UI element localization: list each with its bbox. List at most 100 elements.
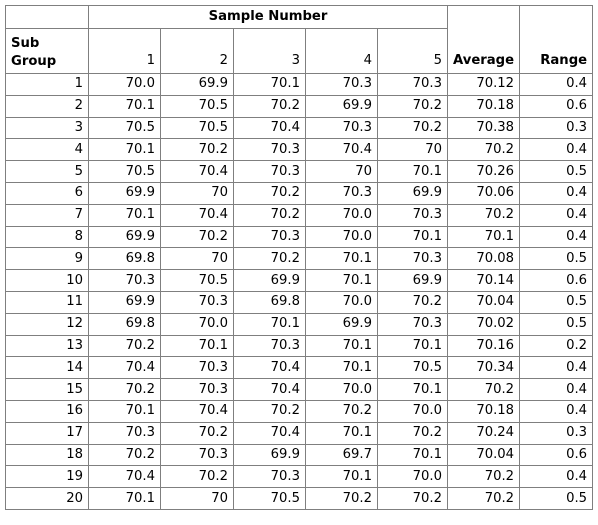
range-cell: 0.4 xyxy=(519,378,594,401)
range-cell: 0.2 xyxy=(519,334,594,358)
sample-value-cell: 70.3 xyxy=(160,378,234,401)
average-cell: 70.18 xyxy=(446,94,521,118)
sample-value-cell: 70.2 xyxy=(377,94,448,118)
sample-value-cell: 70.3 xyxy=(377,247,448,271)
range-cell: 0.5 xyxy=(519,312,594,336)
subgroup-cell: 16 xyxy=(5,399,89,423)
subgroup-cell: 17 xyxy=(5,421,89,445)
sample-value-cell: 70.5 xyxy=(88,116,161,140)
sample-value-cell: 70.1 xyxy=(160,334,234,358)
sample-value-cell: 70.2 xyxy=(160,421,234,445)
sample-value-cell: 69.8 xyxy=(88,247,161,271)
table-row: 7 70.1 70.4 70.2 70.0 70.3 70.2 0.4 xyxy=(5,203,594,227)
sample-value-cell: 70.1 xyxy=(88,94,161,118)
table-row: 3 70.5 70.5 70.4 70.3 70.2 70.38 0.3 xyxy=(5,116,594,140)
table-row: 12 69.8 70.0 70.1 69.9 70.3 70.02 0.5 xyxy=(5,312,594,336)
sample-value-cell: 70.0 xyxy=(305,203,378,227)
sample-value-cell: 70.1 xyxy=(377,160,448,183)
table-row: 8 69.9 70.2 70.3 70.0 70.1 70.1 0.4 xyxy=(5,225,594,249)
sample-value-cell: 69.8 xyxy=(233,290,306,314)
sample-value-cell: 69.9 xyxy=(88,181,161,205)
average-cell: 70.2 xyxy=(446,138,521,162)
sample-value-cell: 70.2 xyxy=(88,334,161,358)
sample-value-cell: 70.2 xyxy=(377,290,448,314)
sample-value-cell: 70.3 xyxy=(377,312,448,336)
table-row: 2 70.1 70.5 70.2 69.9 70.2 70.18 0.6 xyxy=(5,94,594,118)
sample-value-cell: 70.3 xyxy=(305,73,378,96)
sample-value-cell: 70.1 xyxy=(305,465,378,489)
sample-value-cell: 70.1 xyxy=(305,334,378,358)
sample-value-cell: 70.0 xyxy=(88,73,161,96)
sample-value-cell: 70.1 xyxy=(377,443,448,467)
range-cell: 0.5 xyxy=(519,487,594,510)
average-cell: 70.24 xyxy=(446,421,521,445)
range-header: Range xyxy=(519,5,594,74)
sample-value-cell: 69.9 xyxy=(305,312,378,336)
subgroup-cell: 3 xyxy=(5,116,89,140)
sample-value-cell: 70 xyxy=(305,160,378,183)
sample-value-cell: 70.5 xyxy=(88,160,161,183)
sample-value-cell: 70.2 xyxy=(377,421,448,445)
subgroup-cell: 4 xyxy=(5,138,89,162)
sample-column-header: 1 xyxy=(88,28,161,74)
average-cell: 70.16 xyxy=(446,334,521,358)
subgroup-cell: 13 xyxy=(5,334,89,358)
subgroup-cell: 9 xyxy=(5,247,89,271)
sample-value-cell: 70.2 xyxy=(233,203,306,227)
sample-value-cell: 69.9 xyxy=(88,290,161,314)
sample-value-cell: 70.3 xyxy=(233,160,306,183)
sample-value-cell: 70.4 xyxy=(160,160,234,183)
sample-value-cell: 70.1 xyxy=(88,138,161,162)
sample-value-cell: 70.1 xyxy=(305,356,378,380)
sample-value-cell: 70.4 xyxy=(305,138,378,162)
average-cell: 70.18 xyxy=(446,399,521,423)
sample-value-cell: 70.5 xyxy=(160,116,234,140)
sample-value-cell: 70.4 xyxy=(233,356,306,380)
sample-value-cell: 70.0 xyxy=(305,225,378,249)
sample-value-cell: 70.1 xyxy=(305,247,378,271)
average-cell: 70.02 xyxy=(446,312,521,336)
range-cell: 0.6 xyxy=(519,94,594,118)
sample-value-cell: 70 xyxy=(377,138,448,162)
sample-value-cell: 69.8 xyxy=(88,312,161,336)
sample-value-cell: 70.2 xyxy=(377,487,448,510)
sample-value-cell: 70.0 xyxy=(377,465,448,489)
sample-value-cell: 69.9 xyxy=(88,225,161,249)
sample-value-cell: 70.5 xyxy=(160,94,234,118)
range-cell: 0.4 xyxy=(519,181,594,205)
average-header: Average xyxy=(446,5,521,74)
subgroup-sample-table: Sample Number Average Range Sub Group 1 2… xyxy=(5,5,594,510)
sample-value-cell: 69.9 xyxy=(233,443,306,467)
subgroup-cell: 1 xyxy=(5,73,89,96)
average-cell: 70.2 xyxy=(446,378,521,401)
sample-number-header: Sample Number xyxy=(88,5,448,29)
table-row: 18 70.2 70.3 69.9 69.7 70.1 70.04 0.6 xyxy=(5,443,594,467)
subgroup-header-line1: Sub xyxy=(11,36,40,51)
sample-value-cell: 70.1 xyxy=(377,334,448,358)
range-cell: 0.4 xyxy=(519,225,594,249)
sample-value-cell: 70.0 xyxy=(305,290,378,314)
subgroup-cell: 6 xyxy=(5,181,89,205)
subgroup-cell: 10 xyxy=(5,269,89,292)
sample-value-cell: 69.9 xyxy=(377,181,448,205)
sample-value-cell: 70 xyxy=(160,247,234,271)
range-cell: 0.4 xyxy=(519,465,594,489)
subgroup-cell: 19 xyxy=(5,465,89,489)
range-cell: 0.5 xyxy=(519,160,594,183)
sample-value-cell: 70.5 xyxy=(160,269,234,292)
header-row-group: Sample Number Average Range xyxy=(5,5,594,74)
sample-value-cell: 70.3 xyxy=(233,465,306,489)
sample-value-cell: 70.3 xyxy=(305,181,378,205)
subgroup-cell: 12 xyxy=(5,312,89,336)
sample-value-cell: 69.9 xyxy=(377,269,448,292)
sample-value-cell: 70.2 xyxy=(88,378,161,401)
sample-value-cell: 70.3 xyxy=(233,225,306,249)
sample-column-header: 5 xyxy=(377,28,448,74)
average-cell: 70.08 xyxy=(446,247,521,271)
sample-value-cell: 70.2 xyxy=(160,465,234,489)
sample-value-cell: 69.9 xyxy=(305,94,378,118)
sample-column-header: 3 xyxy=(233,28,306,74)
sample-value-cell: 70.1 xyxy=(88,203,161,227)
sample-value-cell: 70.0 xyxy=(305,378,378,401)
sample-value-cell: 70.2 xyxy=(233,247,306,271)
